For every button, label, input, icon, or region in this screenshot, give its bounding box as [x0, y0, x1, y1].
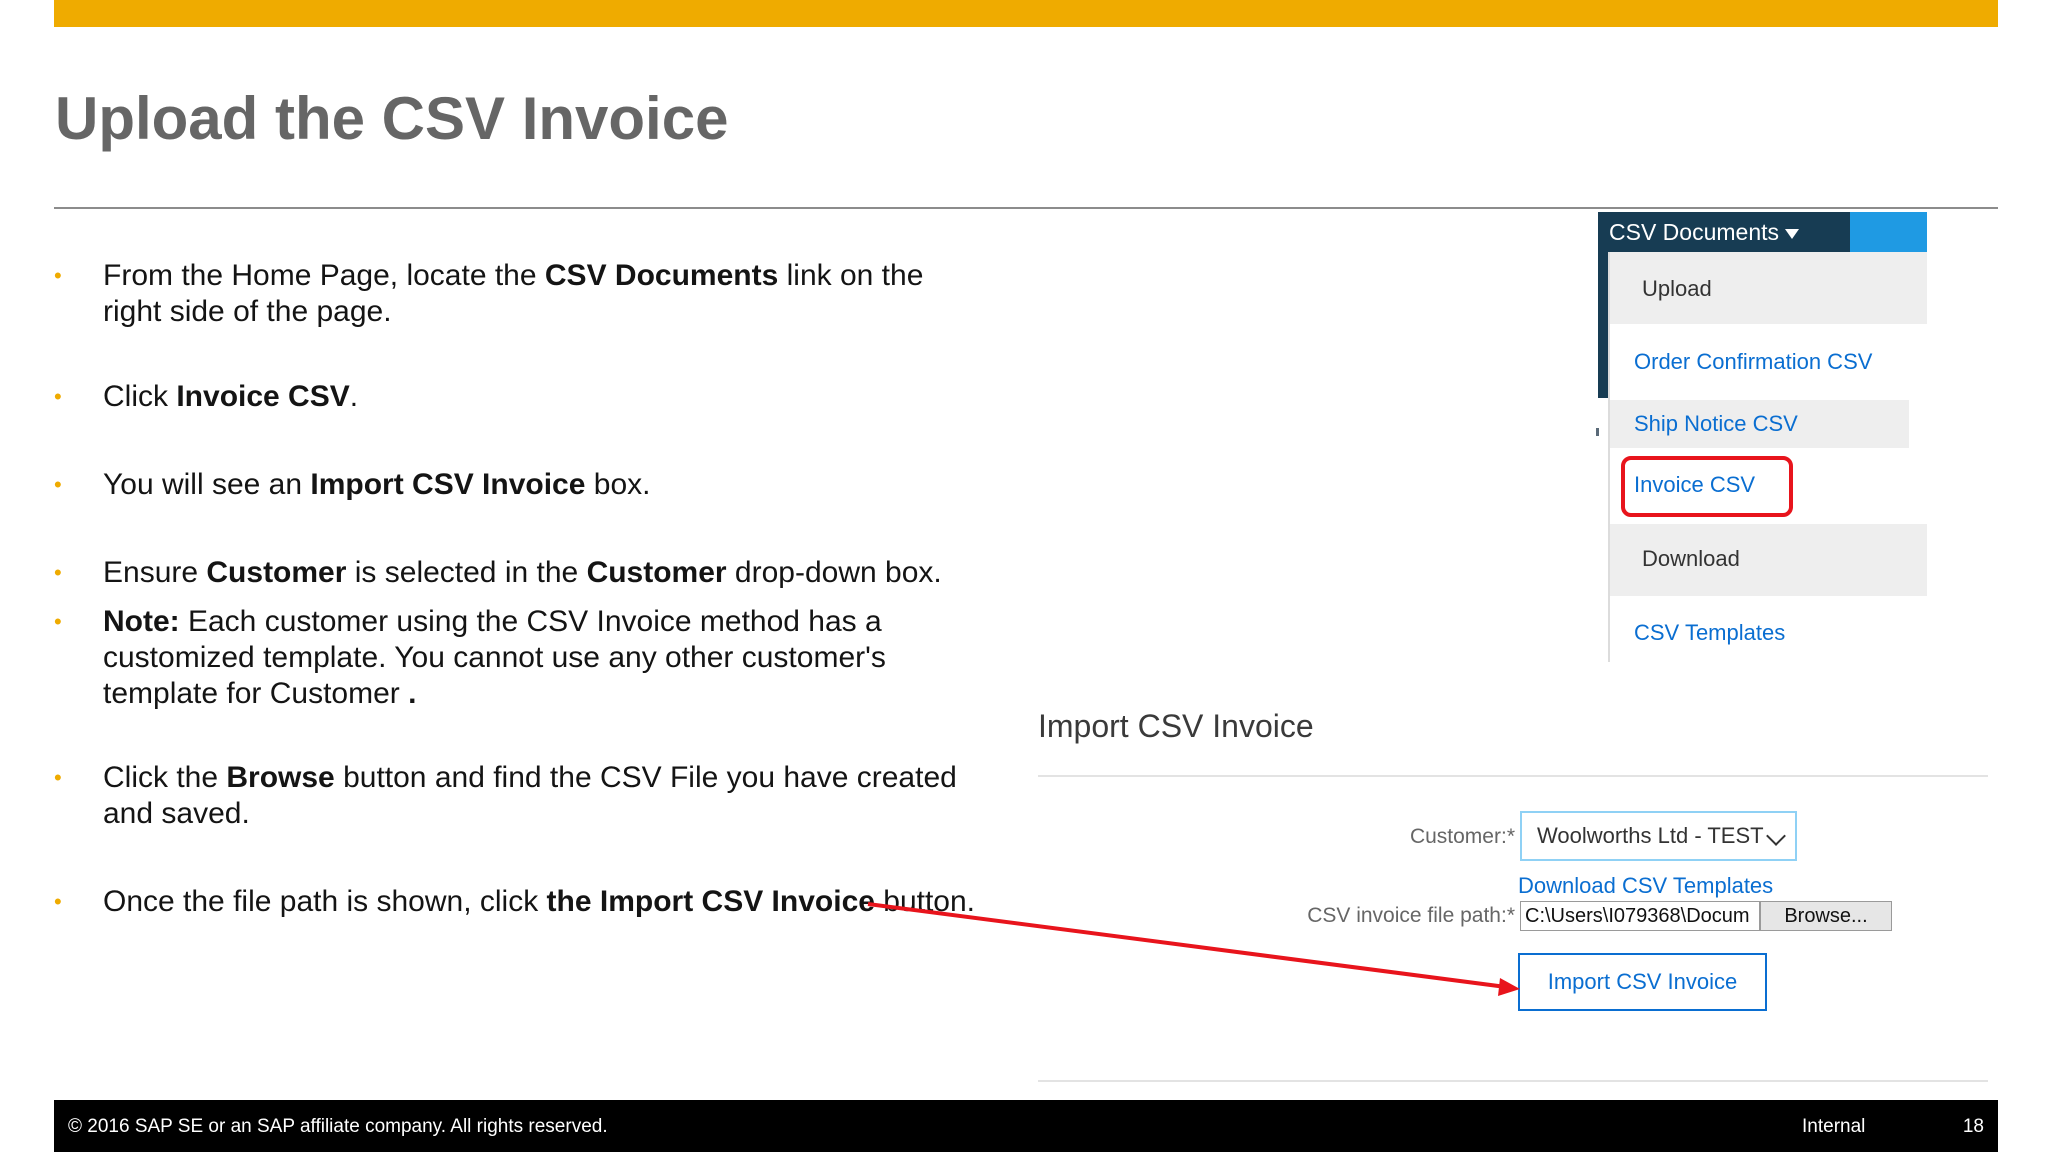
arrow-line	[867, 902, 1507, 989]
callout-arrow	[867, 902, 1520, 996]
footer-bar: © 2016 SAP SE or an SAP affiliate compan…	[54, 1100, 1998, 1152]
footer-page-number: 18	[1962, 1116, 1984, 1137]
footer-classification: Internal	[1802, 1116, 1866, 1137]
arrow-head-icon	[1498, 978, 1520, 996]
footer-copyright: © 2016 SAP SE or an SAP affiliate compan…	[68, 1116, 608, 1137]
